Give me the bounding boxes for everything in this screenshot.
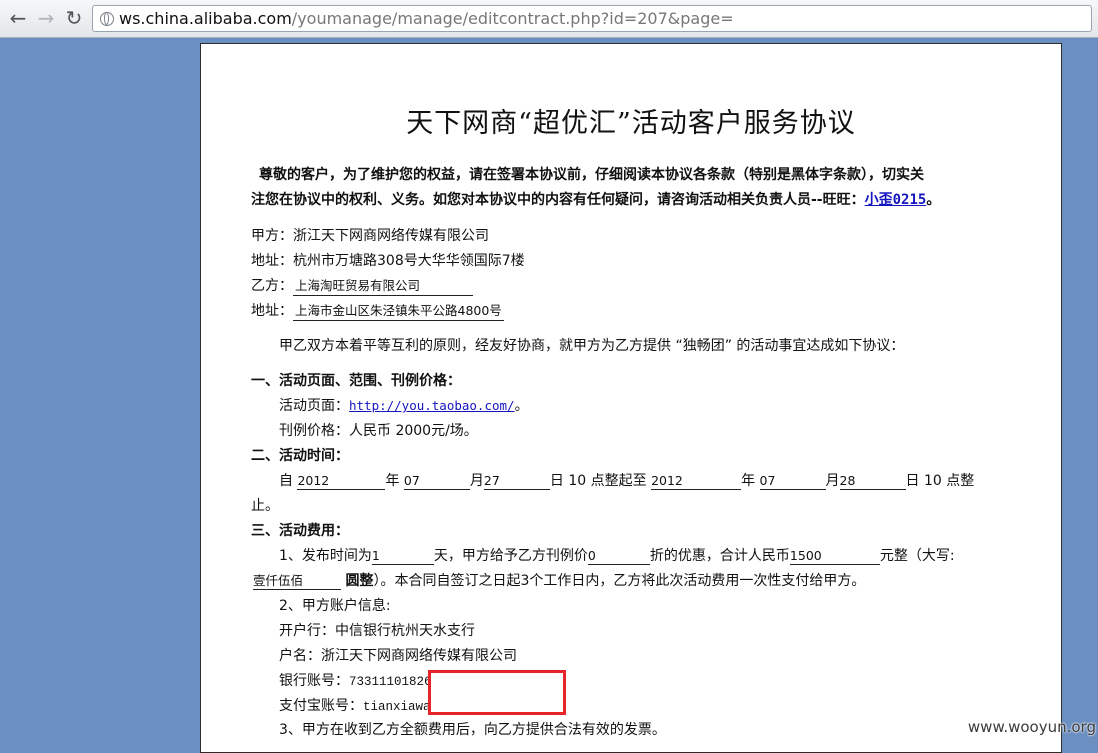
intro-line-1: 尊敬的客户，为了维护您的权益，请在签署本协议前，仔细阅读本协议各条款（特别是黑体… — [259, 167, 924, 183]
discount-field[interactable]: 0 — [587, 547, 650, 565]
start-hour-text: 10 点整起至 — [568, 473, 647, 489]
fee-text-2: 天，甲方给予乙方刊例价 — [433, 548, 588, 564]
end-day-field[interactable]: 28 — [839, 472, 906, 490]
section-1-title: 一、活动页面、范围、刊例价格： — [251, 373, 461, 389]
time-wrap: 止。 — [251, 498, 279, 514]
reload-icon[interactable]: ↻ — [62, 6, 86, 30]
globe-icon — [100, 12, 114, 26]
activity-page-label: 活动页面： — [279, 398, 349, 414]
fee-text-5: ）。本合同自签订之日起3个工作日内，乙方将此次活动费用一次性支付给甲方。 — [373, 573, 866, 589]
watermark: www.wooyun.org — [967, 718, 1096, 736]
forward-arrow-icon[interactable]: → — [34, 6, 58, 30]
url-path: /youmanage/manage/editcontract.php?id=20… — [291, 9, 734, 28]
alipay-label: 支付宝账号： — [279, 698, 363, 714]
days-field[interactable]: 1 — [371, 547, 434, 565]
invoice-row: 3、甲方在收到乙方全额费用后，向乙方提供合法有效的发票。 — [279, 722, 666, 738]
party-a-label: 甲方： — [251, 228, 293, 244]
bank-row: 开户行：中信银行杭州天水支行 — [279, 623, 475, 639]
party-a-row: 甲方：浙江天下网商网络传媒有限公司 — [251, 226, 489, 246]
agreement-text: 甲乙双方本着平等互利的原则，经友好协商，就甲方为乙方提供 “独畅团” 的活动事宜… — [279, 338, 905, 354]
party-a-address-row: 地址：杭州市万塘路308号大华华领国际7楼 — [251, 251, 525, 271]
alipay-account: tianxiawa — [363, 700, 431, 714]
party-a-name: 浙江天下网商网络传媒有限公司 — [293, 228, 489, 244]
address-label-b: 地址： — [251, 303, 293, 319]
address-bar[interactable]: ws.china.alibaba.com/youmanage/manage/ed… — [92, 5, 1092, 32]
intro-line-2-end: 。 — [926, 192, 941, 208]
amount-chinese-field[interactable]: 壹仟伍佰 — [253, 572, 341, 590]
intro-line-2: 注您在协议中的权利、义务。如您对本协议中的内容有任何疑问，请咨询活动相关负责人员… — [251, 190, 940, 210]
browser-toolbar: ← → ↻ ws.china.alibaba.com/youmanage/man… — [0, 0, 1098, 38]
price-row: 刊例价格：人民币 2000元/场。 — [279, 423, 478, 439]
party-b-label: 乙方： — [251, 278, 293, 294]
end-month-field[interactable]: 07 — [759, 472, 826, 490]
bank-account-number: 73311101826 — [349, 675, 432, 689]
activity-page-end: 。 — [514, 398, 529, 414]
redaction-box — [428, 670, 566, 715]
party-b-address-field[interactable]: 上海市金山区朱泾镇朱平公路4800号 — [293, 302, 504, 321]
yuan-label: 圆整 — [345, 573, 374, 589]
start-year-field[interactable]: 2012 — [297, 472, 386, 490]
fee-text-4: 元整（大写: — [879, 548, 955, 564]
fee-row-1: 1、发布时间为1 天，甲方给予乙方刊例价0 折的优惠，合计人民币1500 元整（大写: — [279, 546, 955, 566]
start-day-field[interactable]: 27 — [483, 472, 550, 490]
bank-account-label: 银行账号： — [279, 673, 349, 689]
back-arrow-icon[interactable]: ← — [6, 6, 30, 30]
fee-text-1: 1、发布时间为 — [279, 548, 372, 564]
section-2-title: 二、活动时间： — [251, 448, 349, 464]
party-b-field[interactable]: 上海淘旺贸易有限公司 — [293, 277, 473, 296]
account-name-row: 户名：浙江天下网商网络传媒有限公司 — [279, 648, 517, 664]
day-label-2: 日 — [905, 473, 920, 489]
start-month-field[interactable]: 07 — [403, 472, 470, 490]
address-label: 地址： — [251, 253, 293, 269]
fee-row-2: 壹仟伍佰 圆整）。本合同自签订之日起3个工作日内，乙方将此次活动费用一次性支付给… — [253, 571, 865, 591]
page-title: 天下网商“超优汇”活动客户服务协议 — [406, 108, 856, 139]
end-year-field[interactable]: 2012 — [651, 472, 742, 490]
party-b-address-row: 地址： 上海市金山区朱泾镇朱平公路4800号 — [251, 301, 504, 321]
party-a-address: 杭州市万塘路308号大华华领国际7楼 — [293, 253, 525, 269]
month-label: 月 — [469, 473, 484, 489]
section-3-title: 三、活动费用： — [251, 523, 349, 539]
end-hour-text: 10 点整 — [923, 473, 975, 489]
bank-account-row: 银行账号：73311101826 — [279, 671, 432, 692]
activity-page-row: 活动页面：http://you.taobao.com/。 — [279, 396, 529, 416]
contract-page: 天下网商“超优汇”活动客户服务协议 尊敬的客户，为了维护您的权益，请在签署本协议… — [200, 43, 1062, 753]
wangwang-contact-link[interactable]: 小歪0215 — [865, 192, 927, 208]
month-label-2: 月 — [825, 473, 840, 489]
fee-text-3: 折的优惠，合计人民币 — [649, 548, 790, 564]
activity-page-link[interactable]: http://you.taobao.com/ — [349, 398, 515, 413]
intro-line-2-text: 注您在协议中的权利、义务。如您对本协议中的内容有任何疑问，请咨询活动相关负责人员… — [251, 192, 865, 208]
url-host: ws.china.alibaba.com — [119, 9, 292, 28]
alipay-row: 支付宝账号：tianxiawa — [279, 696, 431, 717]
party-b-row: 乙方： 上海淘旺贸易有限公司 — [251, 276, 473, 296]
day-label: 日 — [549, 473, 564, 489]
time-row: 自 2012 年 07 月27 日 10 点整起至 2012 年 07 月28 日 10 点… — [279, 471, 974, 491]
year-label-2: 年 — [741, 473, 756, 489]
year-label: 年 — [385, 473, 400, 489]
time-from-label: 自 — [279, 473, 293, 489]
amount-field[interactable]: 1500 — [789, 547, 880, 565]
account-title: 2、甲方账户信息: — [279, 598, 391, 614]
